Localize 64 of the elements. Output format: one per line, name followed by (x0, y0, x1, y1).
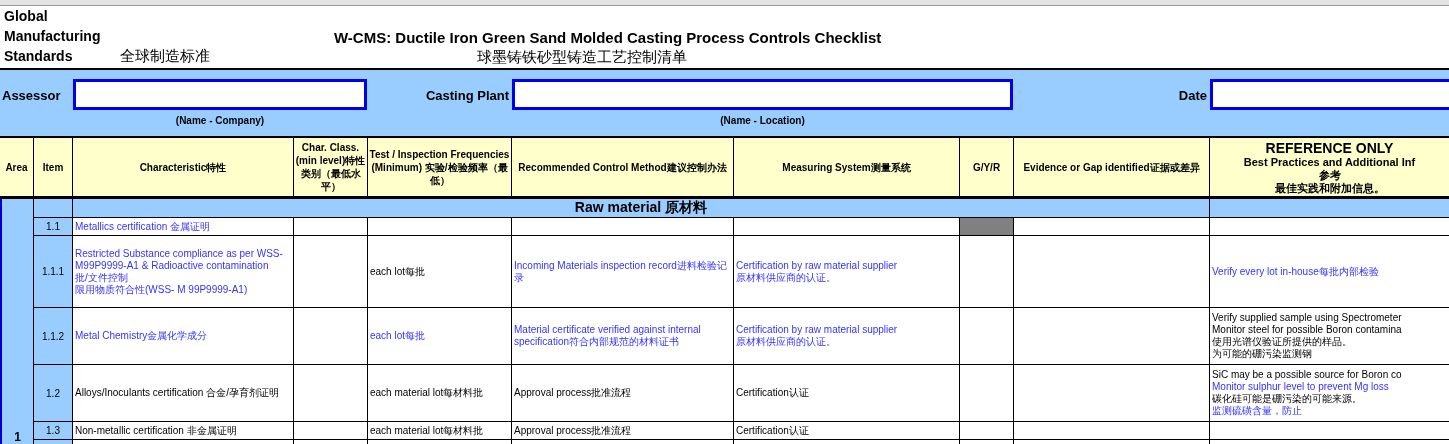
input-field[interactable] (1210, 79, 1449, 110)
input-field[interactable] (512, 79, 1013, 110)
cell-text: Approval process批准流程 (514, 424, 633, 437)
cell-text: Certification认证 (736, 387, 810, 399)
section-title: Raw material 原材料 (73, 199, 1209, 217)
cell-text: Non-metallic certification 非金属证明 (75, 424, 238, 437)
header-text: REFERENCE ONLY (1265, 140, 1394, 156)
header-text: 参考 (1318, 169, 1341, 182)
cell-text: Monitor steel for possible Boron contamina (1212, 324, 1403, 336)
item-number: 1.2 (34, 365, 72, 421)
cell-text: 碳化硅可能是硼污染的可能来源。 (1212, 393, 1363, 405)
sheet-title-chinese: 球墨铸铁砂型铸造工艺控制清单 (477, 47, 688, 67)
cell-text: Alloys/Inoculants certification 合金/孕育剂证明 (75, 387, 280, 399)
cell-text: Certification by raw material supplier (736, 324, 899, 336)
cell-text: 原材料供应商的认证。 (736, 336, 837, 348)
cell-text: each material lot每材料批 (370, 387, 485, 399)
cell-text: Metal Chemistry金属化学成分 (75, 330, 209, 342)
cell-text: 为可能的硼污染监测钢 (1212, 348, 1313, 360)
item-number: 1.1.1 (34, 236, 72, 307)
organization-name-chinese: 全球制造标准 (120, 46, 210, 66)
item-cell (34, 440, 72, 444)
cell-text: 监测硫磺含量，防止 (1212, 405, 1303, 417)
input-field[interactable] (73, 79, 367, 110)
cell-text: Incoming Materials inspection record进料检验记录 (514, 259, 728, 284)
column-header: Test / Inspection Frequencies (Minimum) 实验/检验频率（最低） (368, 138, 511, 198)
cell-text: SiC may be a possible source for Boron co (1212, 369, 1403, 381)
cell-text: Monitor sulphur level to prevent Mg loss (1212, 381, 1390, 393)
column-header: Area (0, 138, 33, 198)
column-header: Recommended Control Method建议控制办法 (512, 138, 733, 198)
cell-text: Verify every lot in-house每批内部检验 (1212, 265, 1380, 278)
field-label: Casting Plant (424, 88, 510, 103)
column-header: Evidence or Gap identified证据或差异 (1014, 138, 1209, 198)
area-cell: 1 (0, 199, 33, 444)
item-cell (34, 199, 72, 217)
cell-text: Verify supplied sample using Spectrometer (1212, 312, 1403, 324)
cell-text: Certification by raw material supplier (736, 259, 899, 272)
field-label: Date (1177, 88, 1208, 103)
field-hint: (Name - Location) (720, 115, 805, 126)
cell-text: 使用光谱仪验证所提供的样品。 (1212, 336, 1353, 348)
cell-text: 限用物质符合性(WSS- M 99P9999-A1) (75, 283, 249, 296)
header-text: Best Practices and Additional Inf (1243, 156, 1416, 169)
column-header: Measuring System测量系统 (734, 138, 959, 198)
field-hint: (Name - Company) (175, 115, 265, 126)
column-header: Item (34, 138, 72, 198)
cell-text: Metallics certification 金属证明 (75, 220, 212, 233)
item-number: 1.3 (34, 422, 72, 439)
organization-name: Global Manufacturing Standards (4, 7, 102, 66)
column-header: G/Y/R (960, 138, 1013, 198)
cell-text: Material certificate verified against internal specification符合内部规范的材料证书 (514, 324, 702, 348)
column-header: Char. Class. (min level)特性类别（最低水平） (294, 138, 367, 198)
column-header: Characteristic特性 (73, 138, 293, 198)
cell-text: Certification认证 (736, 424, 810, 437)
header-text: 最佳实践和附加信息。 (1274, 182, 1385, 195)
cell-text: each lot每批 (370, 330, 427, 342)
cell-text: Approval process批准流程 (514, 387, 633, 399)
cell-text: 原材料供应商的认证。 (736, 271, 837, 284)
item-number: 1.1 (34, 218, 72, 235)
field-label: Assessor (1, 88, 62, 103)
cell-text: each lot每批 (370, 265, 427, 278)
sheet-title: W-CMS: Ductile Iron Green Sand Molded Casting Process Controls Checklist (334, 28, 882, 47)
cell-text: 批/文件控制 (75, 271, 129, 284)
cell-text: Restricted Substance compliance as per WSS-M99P9999-A1 & Radioactive contamination (75, 247, 284, 272)
cell-text: each material lot每材料批 (370, 424, 485, 437)
item-number: 1.1.2 (34, 308, 72, 364)
